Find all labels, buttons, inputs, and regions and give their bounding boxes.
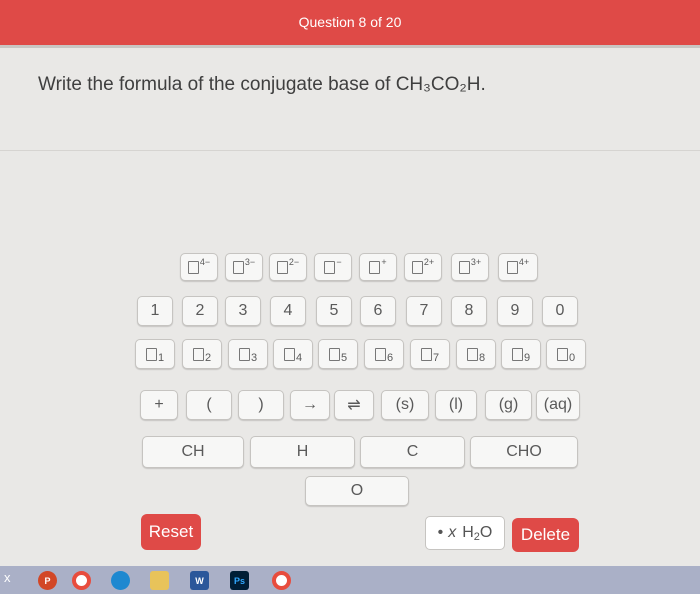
solid-state-key[interactable]: (s) (381, 390, 429, 420)
number-key-0[interactable]: 0 (542, 296, 578, 326)
element-key-o[interactable]: O (305, 476, 409, 506)
number-key-4[interactable]: 4 (270, 296, 306, 326)
subscript-key-9[interactable]: 9 (501, 339, 541, 369)
placeholder-box-icon (276, 260, 288, 274)
placeholder-box-icon (328, 347, 340, 361)
placeholder-box-icon (506, 260, 518, 274)
number-key-3[interactable]: 3 (225, 296, 261, 326)
subscript-key-1[interactable]: 1 (135, 339, 175, 369)
prompt-divider (0, 150, 700, 151)
close-paren-key[interactable]: ) (238, 390, 284, 420)
placeholder-box-icon (411, 260, 423, 274)
water-x-label: x (448, 524, 457, 541)
subscript-key-0[interactable]: 0 (546, 339, 586, 369)
question-prompt: Write the formula of the conjugate base … (38, 74, 486, 95)
charge-plus-key[interactable]: + (359, 253, 397, 281)
taskbar-close-label[interactable]: x (4, 570, 11, 585)
charge-4plus-key[interactable]: 4+ (498, 253, 538, 281)
chrome-icon[interactable] (272, 571, 291, 590)
placeholder-box-icon (556, 347, 568, 361)
placeholder-box-icon (374, 347, 386, 361)
placeholder-box-icon (192, 347, 204, 361)
water-h-label: H (462, 524, 474, 541)
placeholder-box-icon (145, 347, 157, 361)
dot-icon: • (437, 524, 444, 541)
equilibrium-arrow-key[interactable]: ⇌ (334, 390, 374, 420)
number-key-2[interactable]: 2 (182, 296, 218, 326)
subscript-key-6[interactable]: 6 (364, 339, 404, 369)
subscript-key-4[interactable]: 4 (273, 339, 313, 369)
element-key-c[interactable]: C (360, 436, 465, 468)
aqueous-state-key[interactable]: (aq) (536, 390, 580, 420)
placeholder-box-icon (324, 260, 336, 274)
question-counter: Question 8 of 20 (298, 14, 402, 30)
charge-2minus-key[interactable]: 2− (269, 253, 307, 281)
subscript-key-3[interactable]: 3 (228, 339, 268, 369)
water-button[interactable]: • x H 2 O (425, 516, 505, 550)
open-paren-key[interactable]: ( (186, 390, 232, 420)
placeholder-box-icon (420, 347, 432, 361)
file-explorer-icon[interactable] (150, 571, 169, 590)
taskbar: x P W Ps (0, 566, 700, 594)
powerpoint-icon[interactable]: P (38, 571, 57, 590)
element-key-ch[interactable]: CH (142, 436, 244, 468)
reset-button[interactable]: Reset (141, 514, 201, 550)
charge-3plus-key[interactable]: 3+ (451, 253, 489, 281)
photoshop-icon[interactable]: Ps (230, 571, 249, 590)
placeholder-box-icon (283, 347, 295, 361)
header-divider (0, 45, 700, 48)
subscript-key-5[interactable]: 5 (318, 339, 358, 369)
charge-3minus-key[interactable]: 3− (225, 253, 263, 281)
subscript-key-7[interactable]: 7 (410, 339, 450, 369)
water-o-label: O (479, 524, 493, 541)
placeholder-box-icon (238, 347, 250, 361)
number-key-7[interactable]: 7 (406, 296, 442, 326)
element-key-h[interactable]: H (250, 436, 355, 468)
plus-key[interactable]: + (140, 390, 178, 420)
placeholder-box-icon (458, 260, 470, 274)
placeholder-box-icon (232, 260, 244, 274)
number-key-9[interactable]: 9 (497, 296, 533, 326)
edge-icon[interactable] (111, 571, 130, 590)
subscript-key-8[interactable]: 8 (456, 339, 496, 369)
number-key-8[interactable]: 8 (451, 296, 487, 326)
placeholder-box-icon (187, 260, 199, 274)
number-key-1[interactable]: 1 (137, 296, 173, 326)
reaction-arrow-key[interactable]: → (290, 390, 330, 420)
subscript-key-2[interactable]: 2 (182, 339, 222, 369)
charge-minus-key[interactable]: − (314, 253, 352, 281)
water-sub-label: 2 (473, 531, 480, 543)
placeholder-box-icon (511, 347, 523, 361)
number-key-6[interactable]: 6 (360, 296, 396, 326)
number-key-5[interactable]: 5 (316, 296, 352, 326)
placeholder-box-icon (369, 260, 381, 274)
charge-4minus-key[interactable]: 4− (180, 253, 218, 281)
liquid-state-key[interactable]: (l) (435, 390, 477, 420)
chrome-icon[interactable] (72, 571, 91, 590)
gas-state-key[interactable]: (g) (485, 390, 532, 420)
placeholder-box-icon (466, 347, 478, 361)
element-key-cho[interactable]: CHO (470, 436, 578, 468)
delete-button[interactable]: Delete (512, 518, 579, 552)
charge-2plus-key[interactable]: 2+ (404, 253, 442, 281)
word-icon[interactable]: W (190, 571, 209, 590)
